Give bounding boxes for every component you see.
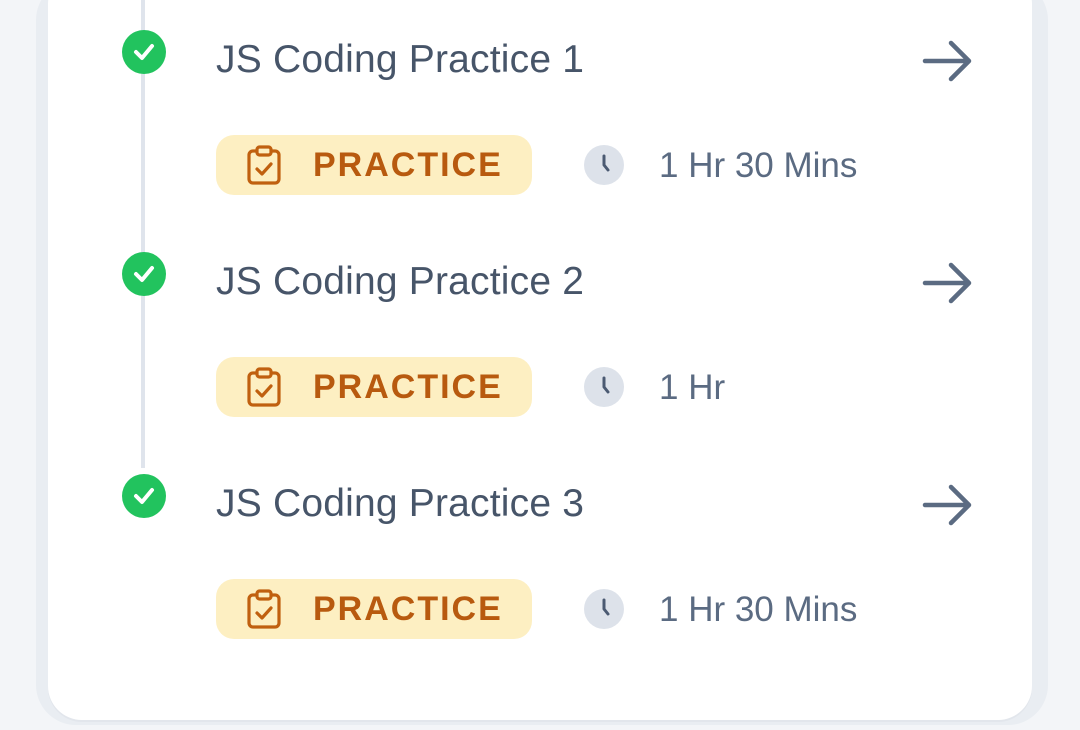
practice-badge: PRACTICE — [216, 135, 532, 195]
clock-icon — [584, 367, 624, 407]
clipboard-check-icon — [246, 589, 282, 629]
activity-title[interactable]: JS Coding Practice 1 — [216, 38, 584, 82]
activity-item[interactable]: JS Coding Practice 3 PRACTICE 1 Hr 30 Mi… — [0, 444, 1080, 654]
arrow-right-icon[interactable] — [920, 37, 976, 85]
practice-badge: PRACTICE — [216, 579, 532, 639]
clock-icon — [584, 589, 624, 629]
duration-text: 1 Hr 30 Mins — [659, 590, 858, 629]
practice-badge: PRACTICE — [216, 357, 532, 417]
badge-label: PRACTICE — [313, 368, 503, 406]
check-circle-icon — [122, 474, 166, 518]
clipboard-check-icon — [246, 367, 282, 407]
activity-item[interactable]: JS Coding Practice 2 PRACTICE 1 Hr — [0, 222, 1080, 432]
clock-icon — [584, 145, 624, 185]
check-circle-icon — [122, 30, 166, 74]
badge-label: PRACTICE — [313, 590, 503, 628]
duration-text: 1 Hr 30 Mins — [659, 146, 858, 185]
badge-label: PRACTICE — [313, 146, 503, 184]
check-circle-icon — [122, 252, 166, 296]
activity-title[interactable]: JS Coding Practice 2 — [216, 260, 584, 304]
activity-title[interactable]: JS Coding Practice 3 — [216, 482, 584, 526]
duration-text: 1 Hr — [659, 368, 726, 407]
arrow-right-icon[interactable] — [920, 481, 976, 529]
arrow-right-icon[interactable] — [920, 259, 976, 307]
clipboard-check-icon — [246, 145, 282, 185]
activity-item[interactable]: JS Coding Practice 1 PRACTICE 1 Hr 30 Mi… — [0, 0, 1080, 210]
